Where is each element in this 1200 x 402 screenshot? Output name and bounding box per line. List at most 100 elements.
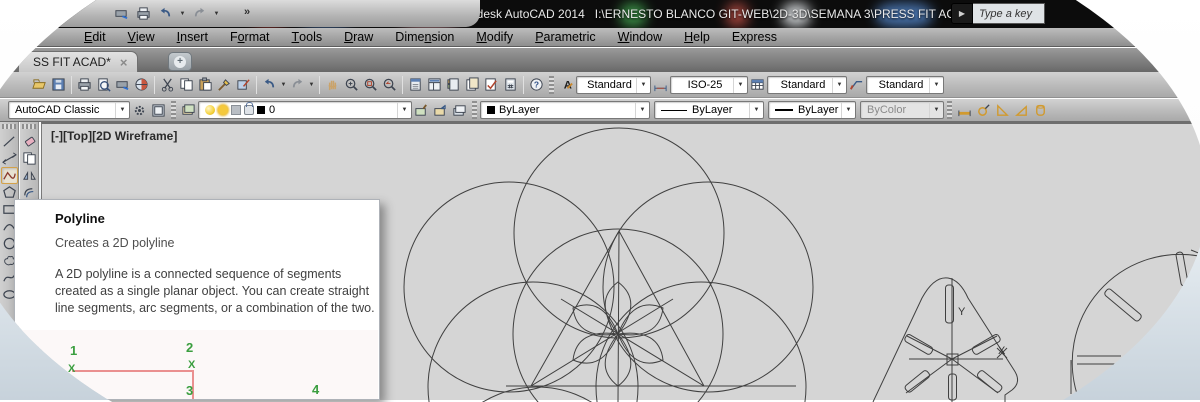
save-icon[interactable]	[49, 75, 68, 95]
menu-edit[interactable]: Edit	[73, 28, 117, 46]
tooltip-summary: Creates a 2D polyline	[55, 236, 175, 250]
help-icon[interactable]: ?	[527, 75, 546, 95]
workspace-select[interactable]: AutoCAD Classic ▼	[8, 101, 130, 119]
layer-states-icon[interactable]	[450, 100, 469, 120]
paste-icon[interactable]	[196, 75, 215, 95]
search-input[interactable]: Type a key	[973, 3, 1045, 24]
svg-text:?: ?	[534, 79, 539, 89]
designcenter-icon[interactable]	[425, 75, 444, 95]
more-commands-icon[interactable]: »	[240, 6, 253, 18]
tooltip-body: A 2D polyline is a connected sequence of…	[55, 267, 375, 315]
erase-icon[interactable]	[21, 133, 38, 150]
quickcalc-icon[interactable]	[501, 75, 520, 95]
volume-icon[interactable]	[1031, 100, 1050, 120]
layer-viewport-icon[interactable]	[231, 105, 241, 115]
lineweight-select[interactable]: ByLayer ▼	[768, 101, 856, 119]
redo-icon[interactable]	[190, 4, 209, 24]
toolbar-grip[interactable]	[947, 101, 952, 119]
line-icon[interactable]	[1, 133, 18, 150]
open-icon[interactable]	[30, 75, 49, 95]
toolbar-grip[interactable]	[549, 75, 554, 94]
print-icon[interactable]	[75, 75, 94, 95]
preview-icon[interactable]	[94, 75, 113, 95]
vertex-label: 1	[70, 343, 78, 358]
menu-draw[interactable]: Draw	[333, 28, 384, 46]
make-current-icon[interactable]	[412, 100, 431, 120]
plot-icon[interactable]	[112, 4, 131, 24]
menu-express[interactable]: Express	[721, 28, 788, 46]
menu-dimension[interactable]: Dime n sion	[384, 28, 465, 46]
table-style-select[interactable]: Standard ▼	[767, 75, 847, 94]
print-icon[interactable]	[134, 4, 153, 24]
file-tab-label: SS FIT ACAD*	[33, 55, 111, 69]
redo-dropdown-icon[interactable]: ▼	[212, 4, 221, 24]
layer-on-icon[interactable]	[205, 105, 215, 115]
menu-parametric[interactable]: Parametric	[524, 28, 606, 46]
toolbar-grip[interactable]	[2, 124, 16, 129]
redo-dropdown-icon[interactable]: ▼	[307, 75, 316, 95]
toolbar-grip[interactable]	[171, 101, 176, 119]
viewport-dialog-icon[interactable]	[149, 100, 168, 120]
publish-icon[interactable]	[132, 75, 151, 95]
table-style-icon[interactable]	[748, 75, 767, 95]
polyline-icon[interactable]	[0, 167, 18, 184]
angle-icon[interactable]	[993, 100, 1012, 120]
undo-dropdown-icon[interactable]: ▼	[178, 4, 187, 24]
toolbar-separator	[402, 75, 403, 94]
distance-icon[interactable]	[955, 100, 974, 120]
zoom-realtime-icon[interactable]	[342, 75, 361, 95]
layer-properties-icon[interactable]	[179, 100, 198, 120]
dim-style-select[interactable]: ISO-25 ▼	[670, 75, 748, 94]
pan-icon[interactable]	[323, 75, 342, 95]
undo-icon[interactable]	[156, 4, 175, 24]
zoom-window-icon[interactable]	[361, 75, 380, 95]
markup-icon[interactable]	[482, 75, 501, 95]
layer-unlock-icon[interactable]	[244, 102, 254, 115]
cut-icon[interactable]	[158, 75, 177, 95]
toolbar-separator	[256, 75, 257, 94]
workspace-settings-icon[interactable]	[130, 100, 149, 120]
plot-icon[interactable]	[113, 75, 132, 95]
menu-insert[interactable]: Insert	[166, 28, 219, 46]
sheet-set-icon[interactable]	[463, 75, 482, 95]
layer-select[interactable]: 0 ▼	[198, 101, 412, 119]
locate-point-icon[interactable]	[974, 100, 993, 120]
construction-line-icon[interactable]	[1, 150, 18, 167]
linetype-select[interactable]: ByLayer ▼	[654, 101, 764, 119]
file-tab-active[interactable]: SS FIT ACAD* ×	[18, 51, 139, 72]
undo-icon[interactable]	[260, 75, 279, 95]
slope-icon[interactable]	[1012, 100, 1031, 120]
text-style-select[interactable]: Standard ▼	[576, 75, 651, 94]
copy-icon[interactable]	[21, 150, 38, 167]
mirror-icon[interactable]	[21, 167, 38, 184]
undo-dropdown-icon[interactable]: ▼	[279, 75, 288, 95]
menu-modify[interactable]: Modify	[465, 28, 524, 46]
layer-previous-icon[interactable]	[431, 100, 450, 120]
tab-close-icon[interactable]: ×	[120, 56, 128, 69]
mleader-style-icon[interactable]	[847, 75, 866, 95]
text-style-icon[interactable]: A	[557, 75, 576, 95]
linetype-value: ByLayer	[692, 104, 733, 116]
mleader-style-select[interactable]: Standard ▼	[866, 75, 944, 94]
toolbar-grip[interactable]	[472, 101, 477, 119]
match-properties-icon[interactable]	[215, 75, 234, 95]
dim-style-icon[interactable]	[651, 75, 670, 95]
menu-bar: Edit View Insert Fo rmat Tools Draw Dime n sion Mo…	[0, 28, 1200, 47]
properties-icon[interactable]	[406, 75, 425, 95]
tool-palettes-icon[interactable]	[444, 75, 463, 95]
redo-icon[interactable]	[288, 75, 307, 95]
layer-thaw-icon[interactable]	[218, 105, 228, 115]
zoom-previous-icon[interactable]	[380, 75, 399, 95]
color-select[interactable]: ByLayer ▼	[480, 101, 650, 119]
menu-view[interactable]: View	[117, 28, 166, 46]
file-tab-bar: SS FIT ACAD* × +	[0, 48, 1200, 72]
menu-help[interactable]: Help	[673, 28, 721, 46]
copy-icon[interactable]	[177, 75, 196, 95]
search-go-icon[interactable]: ▶	[951, 3, 973, 24]
menu-format[interactable]: Fo rmat	[219, 28, 281, 46]
menu-tools[interactable]: Tools	[281, 28, 334, 46]
toolbar-grip[interactable]	[22, 124, 36, 129]
new-tab-button[interactable]: +	[168, 52, 192, 71]
menu-window[interactable]: Window	[607, 28, 673, 46]
block-editor-icon[interactable]	[234, 75, 253, 95]
